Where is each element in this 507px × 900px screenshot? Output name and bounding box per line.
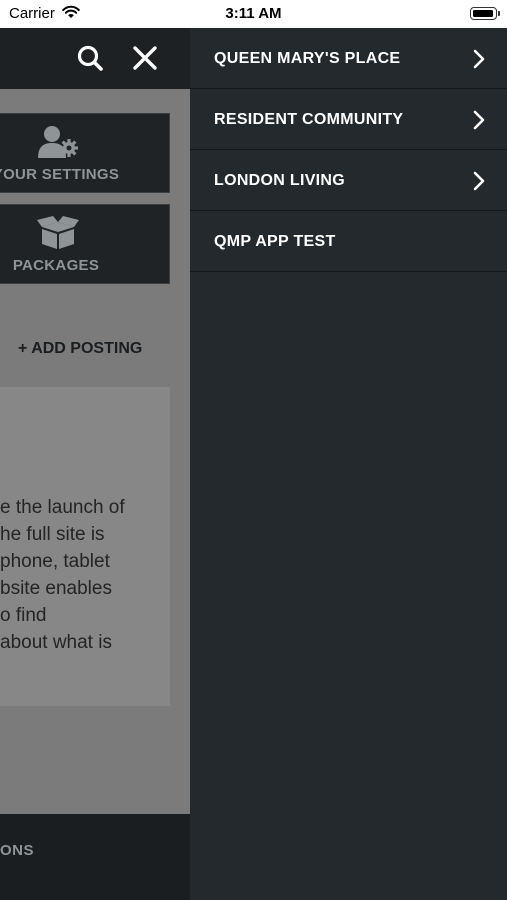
main-header — [0, 28, 190, 89]
add-posting-button[interactable]: + ADD POSTING — [18, 340, 142, 358]
main-panel-overlay[interactable]: YOUR SETTINGS PACKAGES + ADD POSTING e t… — [0, 28, 190, 900]
status-bar: Carrier 3:11 AM — [0, 0, 507, 28]
menu-item-label: QMP APP TEST — [214, 233, 336, 250]
package-icon — [36, 215, 80, 256]
content-card: e the launch of he full site is phone, t… — [0, 387, 170, 706]
search-icon[interactable] — [74, 42, 106, 74]
menu-item-qmp-app-test[interactable]: QMP APP TEST — [190, 211, 507, 272]
bottom-bar-label: ONS — [0, 842, 35, 859]
chevron-right-icon — [473, 171, 485, 196]
chevron-right-icon — [473, 49, 485, 74]
chevron-right-icon — [473, 110, 485, 135]
packages-tile[interactable]: PACKAGES — [0, 204, 170, 284]
navigation-drawer: QUEEN MARY'S PLACE RESIDENT COMMUNITY LO… — [190, 28, 507, 900]
bottom-bar[interactable]: ONS — [0, 814, 190, 900]
battery-icon — [470, 7, 500, 20]
close-icon[interactable] — [129, 42, 161, 74]
menu-item-label: LONDON LIVING — [214, 172, 346, 189]
menu-item-resident-community[interactable]: RESIDENT COMMUNITY — [190, 89, 507, 150]
status-time: 3:11 AM — [225, 5, 282, 22]
packages-label: PACKAGES — [12, 257, 100, 274]
content-text: e the launch of he full site is phone, t… — [0, 497, 125, 653]
your-settings-tile[interactable]: YOUR SETTINGS — [0, 113, 170, 193]
menu-item-label: QUEEN MARY'S PLACE — [214, 50, 401, 67]
user-settings-icon — [36, 124, 80, 165]
menu-item-queen-marys-place[interactable]: QUEEN MARY'S PLACE — [190, 28, 507, 89]
menu-item-label: RESIDENT COMMUNITY — [214, 111, 404, 128]
menu-item-london-living[interactable]: LONDON LIVING — [190, 150, 507, 211]
your-settings-label: YOUR SETTINGS — [0, 166, 120, 183]
